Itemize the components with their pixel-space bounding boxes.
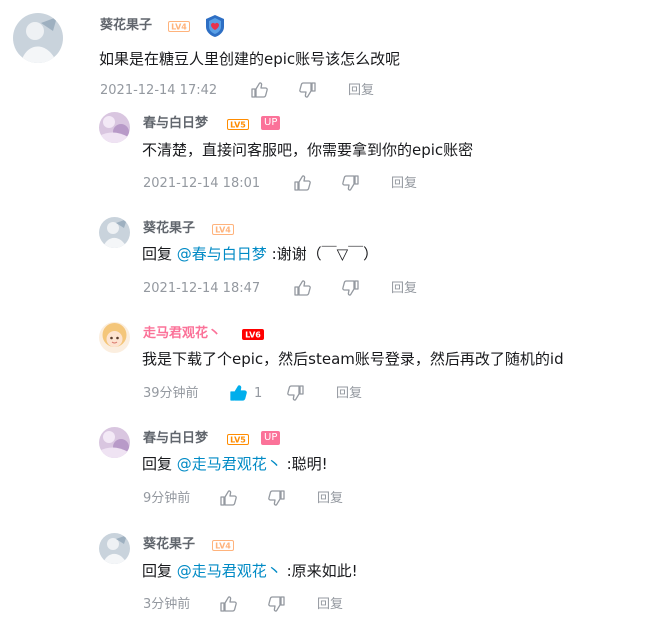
timestamp: 3分钟前 — [143, 597, 191, 612]
reply-button[interactable]: 回复 — [391, 176, 417, 192]
level-badge-icon: LV6 — [242, 329, 264, 340]
comment-meta: 39分钟前 1 回复 — [143, 384, 543, 402]
reply-button[interactable]: 回复 — [317, 597, 343, 613]
level-badge-icon: LV4 — [168, 21, 190, 32]
svg-text:LV4: LV4 — [215, 542, 231, 551]
dislike-icon[interactable] — [342, 174, 360, 192]
level-badge-icon: LV4 — [212, 224, 234, 235]
avatar[interactable] — [99, 427, 130, 458]
avatar[interactable] — [99, 533, 130, 564]
comment-text: 回复 @走马君观花丶 :原来如此! — [142, 561, 358, 581]
dislike-icon[interactable] — [287, 384, 305, 402]
comment-meta: 9分钟前 回复 — [143, 489, 543, 507]
avatar[interactable] — [13, 13, 63, 63]
username[interactable]: 春与白日梦 — [143, 116, 208, 132]
reply-button[interactable]: 回复 — [336, 386, 362, 402]
up-badge: UP — [261, 116, 281, 130]
username[interactable]: 葵花果子 — [143, 537, 195, 553]
comment-text: 回复 @春与白日梦 :谢谢（￣▽￣） — [142, 244, 378, 264]
comment-meta: 3分钟前 回复 — [143, 595, 543, 613]
level-badge-icon: LV5 — [227, 434, 249, 445]
timestamp: 9分钟前 — [143, 491, 191, 506]
comment-text: 不清楚，直接问客服吧，你需要拿到你的epic账密 — [142, 141, 474, 159]
svg-text:LV5: LV5 — [230, 436, 246, 445]
comment-meta: 2021-12-14 18:47 回复 — [143, 279, 543, 297]
like-icon[interactable] — [219, 489, 237, 507]
avatar[interactable] — [99, 112, 130, 143]
dislike-icon[interactable] — [299, 81, 317, 99]
fan-medal-icon[interactable] — [203, 14, 227, 38]
username[interactable]: 走马君观花丶 — [143, 326, 221, 342]
svg-text:LV5: LV5 — [230, 121, 246, 130]
reply-body: :原来如此! — [281, 562, 358, 580]
reply-prefix: 回复 — [142, 245, 177, 263]
timestamp: 2021-12-14 17:42 — [100, 83, 218, 98]
like-icon[interactable] — [293, 174, 311, 192]
reply-button[interactable]: 回复 — [348, 83, 374, 99]
timestamp: 39分钟前 — [143, 386, 199, 401]
avatar[interactable] — [99, 217, 130, 248]
level-badge-icon: LV5 — [227, 119, 249, 130]
comment-text: 如果是在糖豆人里创建的epic账号该怎么改呢 — [99, 50, 401, 68]
svg-text:LV4: LV4 — [171, 23, 187, 32]
reply-prefix: 回复 — [142, 455, 177, 473]
level-badge-icon: LV4 — [212, 540, 234, 551]
dislike-icon[interactable] — [268, 489, 286, 507]
avatar[interactable] — [99, 322, 130, 353]
reply-body: :谢谢（￣▽￣） — [266, 245, 379, 263]
timestamp: 2021-12-14 18:01 — [143, 176, 261, 191]
like-icon[interactable] — [250, 81, 268, 99]
like-icon-active[interactable] — [229, 384, 247, 402]
username[interactable]: 葵花果子 — [100, 18, 152, 34]
comment-meta: 2021-12-14 17:42 回复 — [100, 81, 500, 99]
comment-text: 回复 @走马君观花丶 :聪明! — [142, 454, 328, 474]
svg-text:LV6: LV6 — [245, 331, 261, 340]
dislike-icon[interactable] — [268, 595, 286, 613]
username[interactable]: 春与白日梦 — [143, 431, 208, 447]
comment-text: 我是下载了个epic，然后steam账号登录，然后再改了随机的id — [142, 350, 564, 368]
mention-link[interactable]: @春与白日梦 — [177, 245, 267, 263]
like-count: 1 — [254, 386, 263, 401]
like-icon[interactable] — [219, 595, 237, 613]
reply-body: :聪明! — [281, 455, 328, 473]
mention-link[interactable]: @走马君观花丶 — [177, 455, 282, 473]
up-badge: UP — [261, 431, 281, 445]
timestamp: 2021-12-14 18:47 — [143, 281, 261, 296]
username[interactable]: 葵花果子 — [143, 221, 195, 237]
reply-button[interactable]: 回复 — [391, 281, 417, 297]
svg-text:LV4: LV4 — [215, 226, 231, 235]
dislike-icon[interactable] — [342, 279, 360, 297]
comment-meta: 2021-12-14 18:01 回复 — [143, 174, 543, 192]
reply-button[interactable]: 回复 — [317, 491, 343, 507]
mention-link[interactable]: @走马君观花丶 — [177, 562, 282, 580]
like-icon[interactable] — [293, 279, 311, 297]
reply-prefix: 回复 — [142, 562, 177, 580]
